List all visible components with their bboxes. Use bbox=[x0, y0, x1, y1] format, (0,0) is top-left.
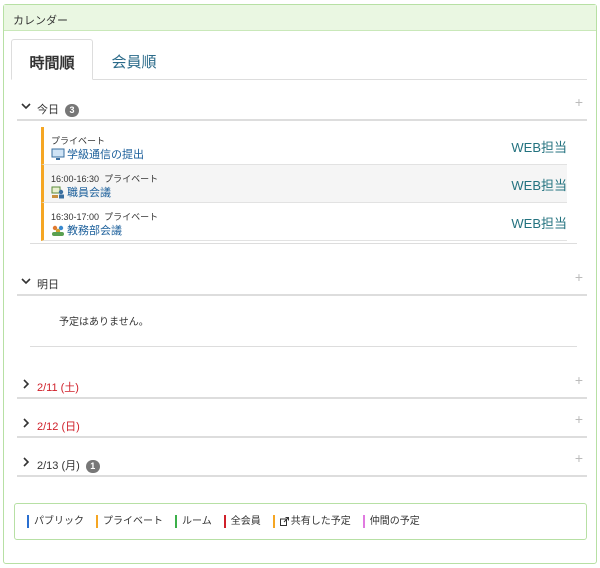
event-title-link[interactable]: 職員会議 bbox=[51, 184, 111, 200]
event-time: 16:30-17:00 bbox=[51, 212, 100, 222]
day-label: 2/12 (日) bbox=[37, 421, 80, 433]
event-owner[interactable]: WEB担当 bbox=[511, 213, 567, 232]
event-item[interactable]: プライベート 学級通信の提出 WEB担当 bbox=[41, 127, 567, 165]
legend: パブリック プライベート ルーム 全会員 共有した予定 仲間の予定 bbox=[14, 503, 587, 540]
day-row-feb13[interactable]: 2/13 (月) 1 + bbox=[17, 450, 587, 477]
today-event-list: プライベート 学級通信の提出 WEB担当 16:00-16:30 プライベート … bbox=[41, 127, 567, 241]
day-label: 明日 bbox=[37, 279, 59, 291]
event-category: プライベート bbox=[104, 212, 159, 222]
add-event-button[interactable]: + bbox=[575, 372, 583, 388]
event-item[interactable]: 16:30-17:00 プライベート 教務部会議 WEB担当 bbox=[41, 203, 567, 241]
event-title-link[interactable]: 教務部会議 bbox=[51, 222, 122, 238]
share-icon bbox=[279, 517, 289, 526]
event-time: 16:00-16:30 bbox=[51, 174, 100, 184]
day-row-feb11[interactable]: 2/11 (土) + bbox=[17, 372, 587, 399]
panel-title: カレンダー bbox=[4, 5, 596, 31]
legend-shared: 共有した予定 bbox=[272, 515, 351, 528]
no-events-message: 予定はありません。 bbox=[59, 317, 149, 328]
chevron-right-icon bbox=[23, 379, 30, 389]
legend-private: プライベート bbox=[96, 515, 163, 528]
tab-time-order[interactable]: 時間順 bbox=[11, 39, 93, 80]
chevron-right-icon bbox=[23, 418, 30, 428]
add-event-button[interactable]: + bbox=[575, 450, 583, 466]
legend-public: パブリック bbox=[27, 515, 84, 528]
section-divider bbox=[30, 346, 577, 347]
event-owner[interactable]: WEB担当 bbox=[511, 137, 567, 156]
event-owner[interactable]: WEB担当 bbox=[511, 175, 567, 194]
chevron-right-icon bbox=[23, 457, 30, 467]
day-row-tomorrow[interactable]: 明日 + bbox=[17, 269, 587, 296]
day-row-feb12[interactable]: 2/12 (日) + bbox=[17, 411, 587, 438]
add-event-button[interactable]: + bbox=[575, 411, 583, 427]
day-label: 今日 bbox=[37, 104, 59, 116]
count-badge: 3 bbox=[65, 104, 79, 117]
event-title-link[interactable]: 学級通信の提出 bbox=[51, 146, 144, 162]
group-icon bbox=[52, 225, 64, 236]
legend-peers: 仲間の予定 bbox=[362, 515, 420, 528]
add-event-button[interactable]: + bbox=[575, 94, 583, 110]
day-row-today[interactable]: 今日 3 + bbox=[17, 94, 587, 121]
section-divider bbox=[30, 243, 577, 244]
tab-bar: 時間順 会員順 bbox=[11, 39, 587, 80]
monitor-icon bbox=[51, 148, 65, 160]
add-event-button[interactable]: + bbox=[575, 269, 583, 285]
event-item[interactable]: 16:00-16:30 プライベート 職員会議 WEB担当 bbox=[41, 165, 567, 203]
day-label: 2/11 (土) bbox=[37, 382, 79, 394]
day-label: 2/13 (月) bbox=[37, 460, 80, 472]
meeting-icon bbox=[51, 186, 64, 198]
legend-all-members: 全会員 bbox=[223, 515, 261, 528]
chevron-down-icon bbox=[21, 103, 31, 110]
chevron-down-icon bbox=[21, 278, 31, 285]
event-category: プライベート bbox=[104, 174, 159, 184]
tab-member-order[interactable]: 会員順 bbox=[93, 39, 175, 80]
legend-room: ルーム bbox=[175, 515, 212, 528]
count-badge: 1 bbox=[85, 460, 100, 473]
